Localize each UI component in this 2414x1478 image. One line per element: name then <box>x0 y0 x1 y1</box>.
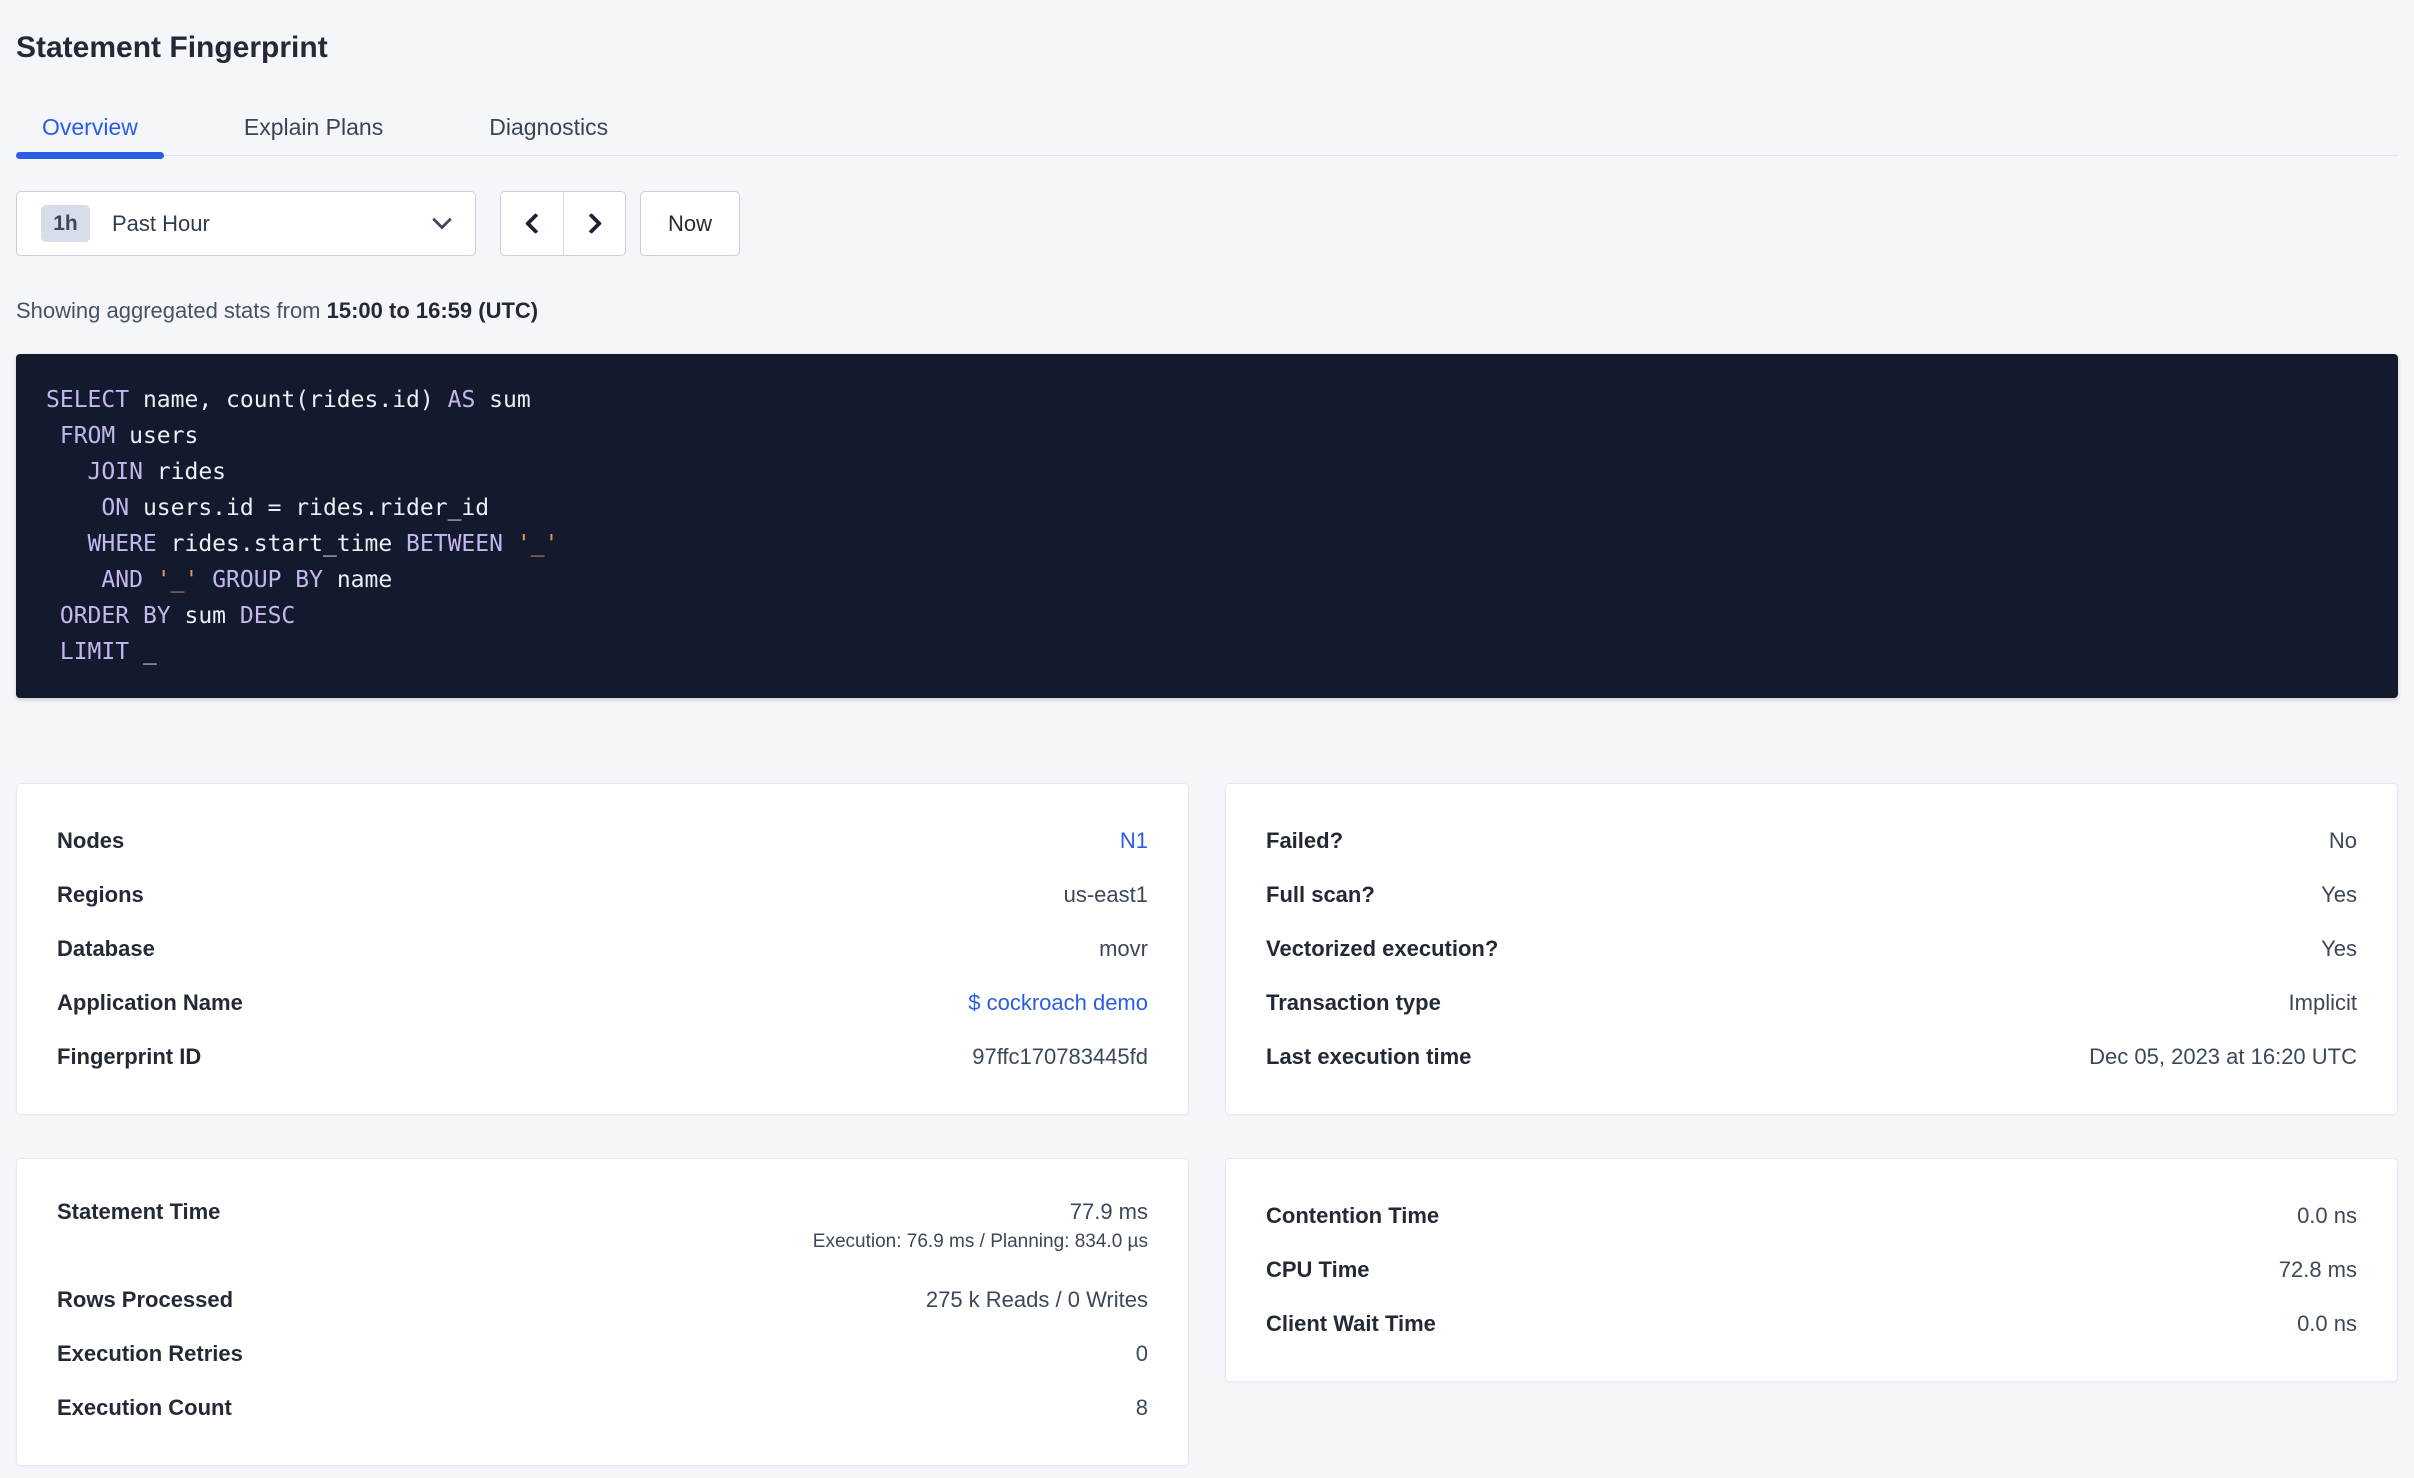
table-row: Full scan? Yes <box>1266 868 2357 922</box>
tab-diagnostics[interactable]: Diagnostics <box>463 112 634 155</box>
time-interval-badge: 1h <box>41 205 90 242</box>
row-value: Yes <box>2321 882 2357 907</box>
row-value: No <box>2328 828 2357 853</box>
sql-line: FROM users <box>59 423 199 449</box>
aggregation-note: Showing aggregated stats from 15:00 to 1… <box>16 298 2398 324</box>
row-label: Transaction type <box>1266 990 1441 1015</box>
row-label: Execution Count <box>57 1395 232 1420</box>
row-value: 72.8 ms <box>2278 1257 2357 1282</box>
row-subvalue: Execution: 76.9 ms / Planning: 834.0 µs <box>812 1231 1148 1252</box>
tab-explain-plans[interactable]: Explain Plans <box>218 112 409 155</box>
row-label: Failed? <box>1266 828 1344 853</box>
row-label: Statement Time <box>57 1199 221 1224</box>
time-metrics-card: Contention Time 0.0 ns CPU Time 72.8 ms … <box>1225 1158 2398 1382</box>
chevron-right-icon <box>580 212 603 235</box>
tab-overview[interactable]: Overview <box>16 112 164 159</box>
chevron-left-icon <box>524 212 546 235</box>
row-value: Implicit <box>2288 990 2357 1015</box>
table-row: Vectorized execution? Yes <box>1266 922 2357 976</box>
table-row: CPU Time 72.8 ms <box>1266 1243 2357 1297</box>
aggregation-note-range: 15:00 to 16:59 (UTC) <box>326 298 539 323</box>
chevron-down-icon <box>432 209 452 230</box>
row-value: Dec 05, 2023 at 16:20 UTC <box>2089 1044 2357 1069</box>
table-row: Transaction type Implicit <box>1266 976 2357 1030</box>
row-value: 275 k Reads / 0 Writes <box>925 1287 1148 1312</box>
table-row: Execution Retries 0 <box>57 1327 1148 1381</box>
row-label: Client Wait Time <box>1266 1311 1436 1336</box>
table-row: Rows Processed 275 k Reads / 0 Writes <box>57 1273 1148 1327</box>
row-label: Regions <box>57 882 144 907</box>
sql-line: ON users.id = rides.rider_id <box>101 495 490 521</box>
table-row: Database movr <box>57 922 1148 976</box>
sql-line: JOIN rides <box>87 459 227 485</box>
row-value: us-east1 <box>1063 882 1148 907</box>
next-interval-button[interactable] <box>563 192 625 255</box>
sql-line: AND '_' GROUP BY name <box>101 567 393 593</box>
row-value: 0.0 ns <box>2297 1203 2357 1228</box>
table-row: Application Name $ cockroach demo <box>57 976 1148 1030</box>
row-value: 0 <box>1135 1341 1148 1366</box>
row-label: Database <box>57 936 155 961</box>
overview-card: Nodes N1 Regions us-east1 Database movr … <box>16 783 1189 1115</box>
statement-fingerprint-page: Statement Fingerprint Overview Explain P… <box>0 0 2414 1466</box>
aggregation-note-prefix: Showing aggregated stats from <box>16 298 327 323</box>
row-label: CPU Time <box>1266 1257 1370 1282</box>
now-button[interactable]: Now <box>640 191 741 256</box>
row-value: 77.9 ms <box>1069 1199 1148 1224</box>
time-range-label: Past Hour <box>112 210 210 236</box>
row-value: 0.0 ns <box>2297 1311 2357 1336</box>
row-label: Full scan? <box>1266 882 1375 907</box>
table-row: Statement Time 77.9 ms Execution: 76.9 m… <box>57 1189 1148 1273</box>
table-row: Nodes N1 <box>57 814 1148 868</box>
row-label: Last execution time <box>1266 1044 1472 1069</box>
table-row: Contention Time 0.0 ns <box>1266 1189 2357 1243</box>
page-title: Statement Fingerprint <box>16 31 328 64</box>
previous-interval-button[interactable] <box>501 192 563 255</box>
node-link[interactable]: N1 <box>1120 828 1148 854</box>
time-range-dropdown[interactable]: 1h Past Hour <box>16 191 476 256</box>
row-label: Rows Processed <box>57 1287 234 1312</box>
row-label: Execution Retries <box>57 1341 243 1366</box>
table-row: Regions us-east1 <box>57 868 1148 922</box>
row-label: Application Name <box>57 990 243 1015</box>
row-label: Nodes <box>57 828 125 853</box>
row-value: Yes <box>2321 936 2357 961</box>
table-row: Failed? No <box>1266 814 2357 868</box>
app-name-link[interactable]: $ cockroach demo <box>968 990 1148 1016</box>
time-step-buttons <box>500 191 626 256</box>
sql-statement: SELECT name, count(rides.id) AS sum FROM… <box>16 354 2398 698</box>
time-toolbar: 1h Past Hour Now <box>16 191 2398 256</box>
detail-cards-grid: Nodes N1 Regions us-east1 Database movr … <box>16 783 2398 1466</box>
sql-line: LIMIT _ <box>59 639 157 665</box>
row-label: Fingerprint ID <box>57 1044 202 1069</box>
table-row: Last execution time Dec 05, 2023 at 16:2… <box>1266 1030 2357 1084</box>
attributes-card: Failed? No Full scan? Yes Vectorized exe… <box>1225 783 2398 1115</box>
tab-bar: Overview Explain Plans Diagnostics <box>16 112 2398 159</box>
sql-line: ORDER BY sum DESC <box>59 603 296 629</box>
row-value: movr <box>1099 936 1148 961</box>
row-value: 8 <box>1135 1395 1148 1420</box>
sql-line: WHERE rides.start_time BETWEEN '_' <box>87 531 559 557</box>
table-row: Fingerprint ID 97ffc170783445fd <box>57 1030 1148 1084</box>
row-label: Contention Time <box>1266 1203 1440 1228</box>
row-value: 97ffc170783445fd <box>972 1044 1148 1069</box>
row-label: Vectorized execution? <box>1266 936 1499 961</box>
table-row: Client Wait Time 0.0 ns <box>1266 1297 2357 1351</box>
statement-stats-card: Statement Time 77.9 ms Execution: 76.9 m… <box>16 1158 1189 1466</box>
table-row: Execution Count 8 <box>57 1381 1148 1435</box>
sql-line: SELECT name, count(rides.id) AS sum <box>46 387 531 413</box>
